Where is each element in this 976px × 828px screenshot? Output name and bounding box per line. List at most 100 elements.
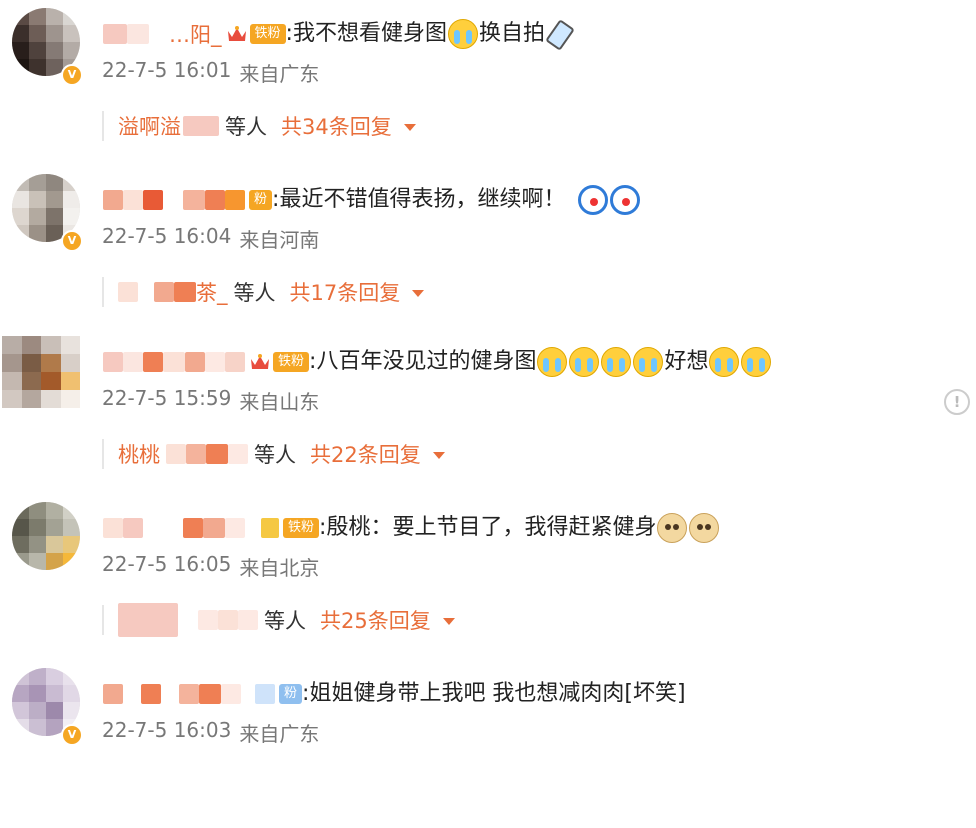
avatar-mosaic-cell bbox=[21, 354, 41, 372]
avatar-mosaic-cell bbox=[12, 502, 29, 519]
timestamp: 22-7-5 16:01 bbox=[102, 58, 232, 82]
comment-text-part: 最近不错值得表扬，继续啊！ bbox=[279, 187, 566, 212]
avatar-mosaic-cell bbox=[46, 519, 63, 536]
redacted-name-part bbox=[218, 610, 238, 630]
avatar[interactable] bbox=[12, 502, 80, 570]
chevron-down-icon[interactable] bbox=[432, 451, 445, 459]
avatar-mosaic-cell bbox=[63, 668, 80, 685]
comment-header: …阳_ 铁粉 : 我不想看健身图 换自拍 bbox=[103, 14, 569, 54]
comment-text-part: 换自拍 bbox=[478, 21, 545, 46]
comment-item: 铁粉 : 八百年没见过的健身图 好想 22-7-5 15:59 来自山东 桃桃 … bbox=[0, 336, 976, 496]
avatar-mosaic-cell bbox=[29, 702, 46, 719]
redacted-name-part bbox=[203, 518, 225, 538]
avatar-mosaic-cell bbox=[63, 702, 80, 719]
username[interactable] bbox=[103, 682, 275, 706]
avatar-mosaic-cell bbox=[12, 174, 29, 191]
fan-badge[interactable]: 铁粉 bbox=[226, 23, 286, 45]
chevron-down-icon[interactable] bbox=[403, 123, 416, 131]
doge-emoji-icon bbox=[657, 513, 688, 543]
fan-label: 铁粉 bbox=[283, 518, 320, 538]
avatar-mosaic-cell bbox=[29, 536, 46, 553]
avatar-mosaic-cell bbox=[29, 191, 46, 208]
avatar-mosaic-cell bbox=[12, 42, 29, 59]
comment-text-part: 姐姐健身带上我吧 我也想减肉肉[坏笑] bbox=[309, 681, 686, 706]
timestamp: 22-7-5 15:59 bbox=[102, 386, 232, 410]
avatar[interactable] bbox=[2, 336, 80, 408]
username[interactable] bbox=[103, 516, 279, 540]
avatar-mosaic-cell bbox=[12, 719, 29, 736]
reply-summary[interactable]: 桃桃 等人 共22条回复 bbox=[102, 439, 445, 469]
verified-v-icon: V bbox=[61, 724, 83, 746]
reply-summary[interactable]: 茶_ 等人 共17条回复 bbox=[102, 277, 425, 307]
fan-label: 铁粉 bbox=[249, 24, 286, 44]
reply-etc: 等人 bbox=[233, 281, 276, 305]
avatar-mosaic-cell bbox=[12, 25, 29, 42]
avatar-mosaic-cell bbox=[63, 685, 80, 702]
avatar-mosaic-cell bbox=[12, 553, 29, 570]
fan-label: 粉 bbox=[279, 684, 303, 704]
redacted-name-part bbox=[255, 684, 275, 704]
reply-count[interactable]: 共17条回复 bbox=[290, 277, 401, 307]
fan-badge[interactable]: 铁粉 bbox=[283, 517, 320, 539]
avatar-mosaic-cell bbox=[41, 354, 61, 372]
avatar-mosaic-cell bbox=[63, 536, 80, 553]
crying-emoji-icon bbox=[633, 347, 664, 377]
redacted-name-part bbox=[118, 282, 138, 302]
redacted-name-part bbox=[154, 282, 174, 302]
username[interactable]: …阳_ bbox=[103, 22, 222, 47]
avatar-mosaic-cell bbox=[46, 8, 63, 25]
comment-item: V 粉 : 最近不错值得表扬，继续啊！ 22-7-5 16:04 来自河南 茶_… bbox=[0, 174, 976, 334]
comment-text: : 殷桃：要上节目了，我得赶紧健身 bbox=[319, 513, 720, 543]
avatar-mosaic-cell bbox=[41, 390, 61, 408]
username[interactable] bbox=[103, 188, 245, 212]
redacted-name-part bbox=[163, 352, 185, 372]
avatar-mosaic-cell bbox=[63, 42, 80, 59]
avatar-mosaic-cell bbox=[60, 354, 80, 372]
avatar-mosaic bbox=[2, 336, 80, 408]
verified-v-icon: V bbox=[61, 230, 83, 252]
avatar-mosaic-cell bbox=[46, 174, 63, 191]
reply-count[interactable]: 共25条回复 bbox=[320, 605, 431, 635]
comment-text: : 八百年没见过的健身图 好想 bbox=[309, 347, 772, 377]
avatar-mosaic-cell bbox=[60, 372, 80, 390]
comment-text-part: 八百年没见过的健身图 bbox=[316, 349, 537, 374]
info-circle-icon[interactable]: ! bbox=[944, 389, 970, 415]
crying-emoji-icon bbox=[537, 347, 568, 377]
comment-header: 粉 : 最近不错值得表扬，继续啊！ bbox=[103, 180, 641, 220]
fan-badge[interactable]: 粉 bbox=[249, 189, 273, 211]
reply-summary[interactable]: 等人 共25条回复 bbox=[102, 603, 455, 637]
redacted-name-part bbox=[103, 24, 127, 44]
reply-summary[interactable]: 溢啊溢 等人 共34条回复 bbox=[102, 111, 416, 141]
crown-icon bbox=[249, 353, 271, 371]
fan-badge[interactable]: 铁粉 bbox=[249, 351, 310, 373]
avatar-mosaic-cell bbox=[63, 25, 80, 42]
redacted-name-part bbox=[238, 610, 258, 630]
avatar-mosaic-cell bbox=[29, 8, 46, 25]
chevron-down-icon[interactable] bbox=[442, 617, 455, 625]
avatar-mosaic-cell bbox=[29, 225, 46, 242]
redacted-name-part bbox=[123, 352, 143, 372]
chevron-down-icon[interactable] bbox=[412, 289, 425, 297]
avatar-mosaic bbox=[12, 502, 80, 570]
avatar-mosaic-cell bbox=[46, 502, 63, 519]
comment-meta: 22-7-5 16:04 来自河南 bbox=[102, 224, 319, 253]
avatar-mosaic-cell bbox=[29, 553, 46, 570]
reply-etc: 等人 bbox=[264, 609, 306, 633]
avatar-mosaic-cell bbox=[29, 719, 46, 736]
redacted-name-part bbox=[205, 352, 225, 372]
redacted-name-part bbox=[198, 610, 218, 630]
fan-badge[interactable]: 粉 bbox=[279, 683, 303, 705]
avatar-mosaic-cell bbox=[21, 372, 41, 390]
comment-item: 铁粉 : 殷桃：要上节目了，我得赶紧健身 22-7-5 16:05 来自北京 等… bbox=[0, 502, 976, 662]
avatar-mosaic-cell bbox=[2, 390, 22, 408]
avatar-mosaic-cell bbox=[12, 59, 29, 76]
avatar-mosaic-cell bbox=[46, 208, 63, 225]
comment-text-part: 好想 bbox=[664, 349, 709, 374]
avatar-mosaic-cell bbox=[12, 191, 29, 208]
location: 来自广东 bbox=[239, 62, 320, 86]
redacted-name-part bbox=[228, 444, 248, 464]
reply-count[interactable]: 共22条回复 bbox=[310, 439, 421, 469]
reply-count[interactable]: 共34条回复 bbox=[281, 111, 392, 141]
username[interactable] bbox=[103, 350, 245, 374]
avatar-mosaic-cell bbox=[29, 174, 46, 191]
